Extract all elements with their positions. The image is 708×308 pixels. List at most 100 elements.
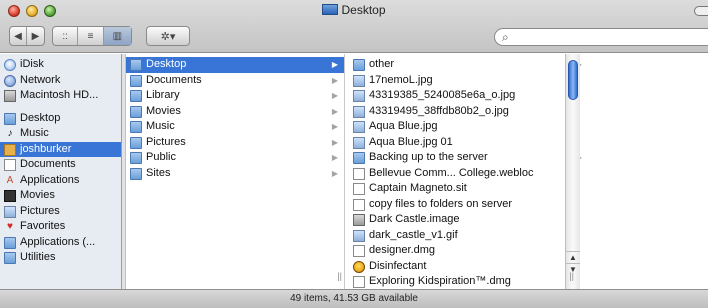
music-icon: ♪ xyxy=(7,128,13,139)
title-toolbar-area: Desktop ◀ ▶ :: ≡ ▥ ✲▾ ⌕ xyxy=(0,0,708,53)
disclosure-arrow-icon: ▶ xyxy=(331,122,338,131)
disclosure-arrow-icon: ▶ xyxy=(331,60,338,69)
folder-icon xyxy=(130,59,142,71)
list-item[interactable]: copy files to folders on server xyxy=(349,197,708,213)
list-item[interactable]: Music ▶ xyxy=(126,119,344,135)
sidebar-item-utilities[interactable]: Utilities xyxy=(0,250,121,266)
sidebar-item-music[interactable]: ♪ Music xyxy=(0,126,121,142)
sidebar-item-joshburker[interactable]: joshburker xyxy=(0,141,121,157)
image-file-icon xyxy=(353,105,365,118)
action-menu-button[interactable]: ✲▾ xyxy=(146,26,190,46)
forward-button[interactable]: ▶ xyxy=(27,27,44,45)
list-item[interactable]: 43319495_38ffdb80b2_o.jpg xyxy=(349,104,708,120)
column-resize-grip[interactable]: || xyxy=(569,271,574,281)
sidebar-item-applications-folder[interactable]: Applications (... xyxy=(0,235,121,251)
list-item[interactable]: Aqua Blue.jpg xyxy=(349,119,708,135)
back-forward-control: ◀ ▶ xyxy=(9,26,45,46)
icon-view-icon: :: xyxy=(62,30,68,42)
list-item[interactable]: Movies ▶ xyxy=(126,104,344,120)
list-view-icon: ≡ xyxy=(87,30,94,42)
sidebar-item-pictures[interactable]: Pictures xyxy=(0,204,121,220)
column-desktop: other ▶ 17nemoL.jpg 43319385_5240085e6a_… xyxy=(349,54,708,289)
image-file-icon xyxy=(353,121,365,133)
scroll-up-button[interactable]: ▲ xyxy=(566,251,580,263)
list-item[interactable]: Exploring Kidspiration™.dmg xyxy=(349,274,708,289)
back-button[interactable]: ◀ xyxy=(10,27,28,45)
dmg-file-icon xyxy=(353,245,365,257)
list-item[interactable]: Bellevue Comm... College.webloc xyxy=(349,166,708,182)
sidebar: iDisk Network Macintosh HD... Desktop ♪ … xyxy=(0,54,122,289)
list-item[interactable]: Backing up to the server ▶ xyxy=(349,150,708,166)
sidebar-item-idisk[interactable]: iDisk xyxy=(0,57,121,73)
list-item[interactable]: other ▶ xyxy=(349,57,708,73)
disclosure-arrow-icon: ▶ xyxy=(331,75,338,85)
browser-area: iDisk Network Macintosh HD... Desktop ♪ … xyxy=(0,54,708,289)
folder-icon xyxy=(130,152,142,164)
search-icon: ⌕ xyxy=(502,30,509,44)
folder-icon xyxy=(353,152,365,164)
scroll-thumb[interactable] xyxy=(568,60,578,100)
image-file-icon xyxy=(353,90,365,102)
column-view-button[interactable]: ▥ xyxy=(103,27,131,45)
home-icon xyxy=(4,143,16,156)
sidebar-item-documents[interactable]: Documents xyxy=(0,157,121,173)
list-item[interactable]: 43319385_5240085e6a_o.jpg xyxy=(349,88,708,104)
list-item[interactable]: Desktop ▶ xyxy=(126,57,344,73)
list-item[interactable]: Dark Castle.image xyxy=(349,212,708,228)
folder-icon xyxy=(130,74,142,87)
folder-icon xyxy=(353,59,365,71)
application-icon xyxy=(353,260,365,273)
sidebar-item-favorites[interactable]: ♥ Favorites xyxy=(0,219,121,235)
folder-icon xyxy=(130,167,142,180)
disclosure-arrow-icon: ▶ xyxy=(331,153,338,162)
image-file-icon xyxy=(353,74,365,87)
list-item[interactable]: Disinfectant xyxy=(349,259,708,275)
sidebar-item-movies[interactable]: Movies xyxy=(0,188,121,204)
window-title: Desktop xyxy=(0,3,708,17)
disk-image-icon xyxy=(353,214,365,226)
desktop-icon xyxy=(4,112,16,125)
harddisk-icon xyxy=(4,90,16,102)
disclosure-arrow-icon: ▶ xyxy=(331,168,338,178)
list-item[interactable]: Library ▶ xyxy=(126,88,344,104)
list-item[interactable]: Sites ▶ xyxy=(126,166,344,182)
archive-file-icon xyxy=(353,183,365,195)
search-field[interactable]: ⌕ xyxy=(494,28,708,46)
applications-folder-icon xyxy=(4,236,16,249)
list-item[interactable]: dark_castle_v1.gif xyxy=(349,228,708,244)
folder-icon xyxy=(130,136,142,149)
network-icon xyxy=(4,74,16,87)
sidebar-item-desktop[interactable]: Desktop xyxy=(0,111,121,127)
applications-icon: A xyxy=(6,174,14,186)
webloc-file-icon xyxy=(353,167,365,180)
status-bar: 49 items, 41.53 GB available xyxy=(0,289,708,308)
image-file-icon xyxy=(353,229,365,242)
folder-icon xyxy=(130,121,142,133)
list-item[interactable]: designer.dmg xyxy=(349,243,708,259)
dmg-file-icon xyxy=(353,276,365,288)
vertical-scrollbar[interactable]: ▲ ▼ xyxy=(565,54,580,289)
finder-window: Desktop ◀ ▶ :: ≡ ▥ ✲▾ ⌕ iDisk Network Ma… xyxy=(0,0,708,308)
column-resize-grip[interactable]: || xyxy=(337,271,342,281)
disclosure-arrow-icon: ▶ xyxy=(331,137,338,147)
list-item[interactable]: Pictures ▶ xyxy=(126,135,344,151)
sidebar-item-macintosh-hd[interactable]: Macintosh HD... xyxy=(0,88,121,104)
document-icon xyxy=(353,198,365,211)
icon-view-button[interactable]: :: xyxy=(53,27,79,45)
sidebar-item-applications[interactable]: A Applications xyxy=(0,173,121,189)
desktop-icon xyxy=(322,4,339,15)
list-item[interactable]: Public ▶ xyxy=(126,150,344,166)
list-view-button[interactable]: ≡ xyxy=(78,27,104,45)
idisk-icon xyxy=(4,59,16,71)
list-item[interactable]: 17nemoL.jpg xyxy=(349,73,708,89)
gear-icon: ✲▾ xyxy=(160,30,176,43)
utilities-folder-icon xyxy=(4,252,16,264)
list-item[interactable]: Captain Magneto.sit xyxy=(349,181,708,197)
folder-icon xyxy=(130,90,142,102)
view-mode-control: :: ≡ ▥ xyxy=(52,26,132,46)
toolbar-toggle-button[interactable] xyxy=(694,6,708,16)
list-item[interactable]: Documents ▶ xyxy=(126,73,344,89)
sidebar-item-network[interactable]: Network xyxy=(0,73,121,89)
list-item[interactable]: Aqua Blue.jpg 01 xyxy=(349,135,708,151)
documents-icon xyxy=(4,159,16,171)
